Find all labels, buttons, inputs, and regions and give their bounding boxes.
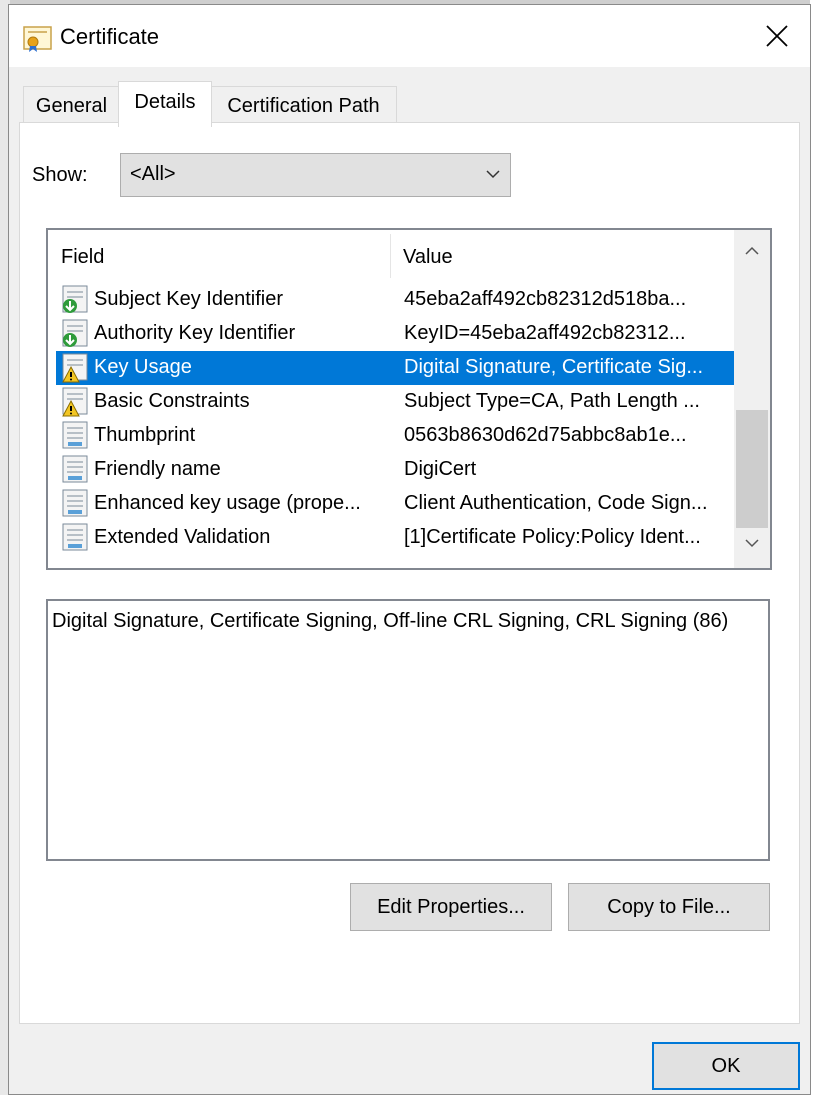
field-detail-textbox[interactable]: Digital Signature, Certificate Signing, … — [46, 599, 770, 861]
row-value: 45eba2aff492cb82312d518ba... — [404, 288, 687, 310]
chevron-down-icon — [486, 170, 500, 179]
cert-doc-icon — [62, 489, 88, 517]
tab-certification-path[interactable]: Certification Path — [210, 86, 397, 122]
list-scrollbar[interactable] — [734, 230, 770, 568]
window-title: Certificate — [60, 24, 160, 49]
row-field: Key Usage — [94, 356, 192, 378]
table-row[interactable]: Authority Key Identifier KeyID=45eba2aff4… — [56, 317, 734, 351]
row-field: Thumbprint — [94, 424, 196, 446]
show-label: Show: — [32, 164, 88, 186]
show-selected-value: <All> — [130, 163, 176, 185]
row-value: DigiCert — [404, 458, 477, 480]
table-row[interactable]: Subject Key Identifier 45eba2aff492cb8231… — [56, 283, 734, 317]
cert-doc-icon — [62, 455, 88, 483]
row-field: Friendly name — [94, 458, 221, 480]
edit-properties-button[interactable]: Edit Properties... — [350, 883, 552, 931]
close-icon — [766, 25, 788, 47]
scrollbar-thumb[interactable] — [736, 410, 768, 528]
cert-doc-icon — [62, 421, 88, 449]
cert-warning-icon — [62, 387, 88, 417]
cert-green-arrow-icon — [62, 285, 88, 313]
row-field: Subject Key Identifier — [94, 288, 283, 310]
table-row[interactable]: Extended Validation [1]Certificate Policy… — [56, 521, 734, 555]
column-header-field[interactable]: Field — [61, 230, 104, 280]
tab-details[interactable]: Details — [118, 81, 212, 127]
title-bar: Certificate — [9, 5, 810, 67]
column-divider[interactable] — [390, 234, 391, 278]
certificate-dialog: Certificate General Details Certificatio… — [8, 4, 811, 1095]
column-header-value[interactable]: Value — [403, 230, 453, 280]
row-value: [1]Certificate Policy:Policy Ident... — [404, 526, 701, 548]
field-list[interactable]: Field Value Subject Key Identifier 45eba2… — [46, 228, 772, 570]
table-row[interactable]: Basic Constraints Subject Type=CA, Path L… — [56, 385, 734, 419]
copy-to-file-button[interactable]: Copy to File... — [568, 883, 770, 931]
close-button[interactable] — [749, 11, 805, 61]
cert-warning-icon — [62, 353, 88, 383]
scroll-up-icon[interactable] — [745, 244, 759, 258]
table-row[interactable]: Thumbprint 0563b8630d62d75abbc8ab1e... — [56, 419, 734, 453]
table-row[interactable]: Friendly name DigiCert — [56, 453, 734, 487]
show-dropdown[interactable]: <All> — [120, 153, 511, 197]
cert-green-arrow-icon — [62, 319, 88, 347]
row-value: KeyID=45eba2aff492cb82312... — [404, 322, 686, 344]
tab-general[interactable]: General — [23, 86, 120, 122]
row-field: Authority Key Identifier — [94, 322, 296, 344]
table-row[interactable]: Key Usage Digital Signature, Certificate … — [56, 351, 734, 385]
cert-doc-icon — [62, 523, 88, 551]
row-field: Basic Constraints — [94, 390, 250, 412]
scroll-down-icon[interactable] — [745, 536, 759, 550]
table-row[interactable]: Enhanced key usage (prope... Client Authe… — [56, 487, 734, 521]
row-value: Client Authentication, Code Sign... — [404, 492, 708, 514]
row-value: Subject Type=CA, Path Length ... — [404, 390, 700, 412]
row-value: 0563b8630d62d75abbc8ab1e... — [404, 424, 687, 446]
row-value: Digital Signature, Certificate Sig... — [404, 356, 704, 378]
ok-button[interactable]: OK — [652, 1042, 800, 1090]
row-field: Extended Validation — [94, 526, 271, 548]
certificate-icon — [23, 26, 52, 52]
row-field: Enhanced key usage (prope... — [94, 492, 361, 514]
background-window-right — [810, 0, 820, 1095]
